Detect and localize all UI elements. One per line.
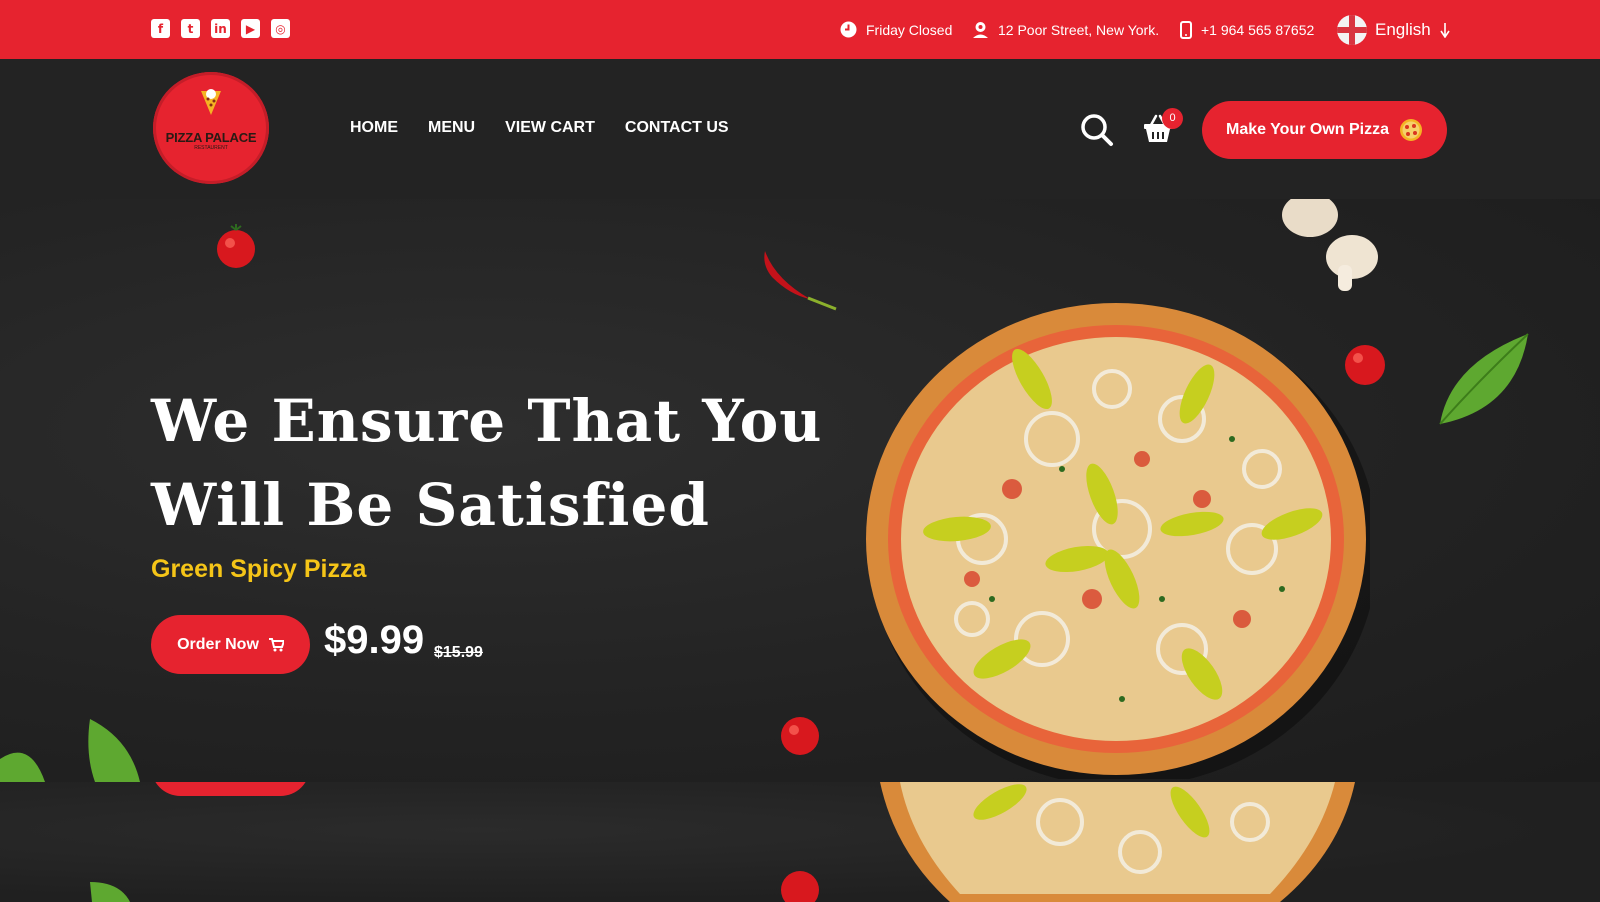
hours-info: Friday Closed — [840, 0, 952, 59]
pizza-icon — [1400, 119, 1422, 141]
phone-icon — [1180, 20, 1192, 39]
main-navigation: HOME MENU VIEW CART CONTACT US — [350, 119, 729, 137]
hero-headline: We Ensure That You Will Be Satisfied — [151, 379, 851, 547]
pizza-image — [866, 303, 1370, 779]
pizza-image — [880, 782, 1355, 902]
site-logo[interactable]: PIZZA PALACE RESTAURENT — [153, 72, 269, 184]
headline-line-1: We Ensure That You — [151, 387, 823, 455]
logo-name: PIZZA PALACE — [165, 130, 257, 145]
language-selector[interactable]: English — [1337, 0, 1451, 59]
tomato-image — [781, 717, 819, 755]
location-icon — [973, 21, 988, 38]
logo-subtitle: RESTAURENT — [194, 145, 228, 151]
chili-pepper-image — [764, 251, 837, 311]
order-now-button[interactable]: Order Now — [151, 615, 310, 674]
linkedin-icon[interactable]: in — [211, 19, 230, 38]
basil-leaf-image — [1439, 333, 1529, 425]
nav-home[interactable]: HOME — [350, 119, 398, 137]
original-price: $15.99 — [434, 644, 483, 661]
chef-mascot-icon — [201, 89, 221, 115]
cart-icon — [268, 637, 284, 651]
hero-slider: We Ensure That You Will Be Satisfied Gre… — [0, 199, 1600, 782]
make-your-own-pizza-button[interactable]: Make Your Own Pizza — [1202, 101, 1447, 159]
basil-leaf-image — [90, 882, 130, 902]
cart-count-badge: 0 — [1162, 108, 1183, 129]
uk-flag-icon — [1337, 14, 1367, 45]
tomato-image — [217, 224, 255, 268]
social-links: f t in ▶ ◎ — [151, 19, 290, 38]
order-now-label: Order Now — [177, 635, 259, 653]
hero-slider-duplicate: Order Now $9.99 $15.99 — [0, 782, 1600, 902]
tomato-image — [781, 871, 819, 902]
top-info-bar: f t in ▶ ◎ Friday Closed 12 Poor Street,… — [0, 0, 1600, 59]
clock-icon — [840, 21, 857, 38]
twitter-icon[interactable]: t — [181, 19, 200, 38]
address-info: 12 Poor Street, New York. — [972, 0, 1159, 59]
phone-info: +1 964 565 87652 — [1180, 0, 1314, 59]
headline-line-2: Will Be Satisfied — [151, 471, 710, 539]
search-icon[interactable] — [1080, 113, 1114, 147]
duplicate-decorations — [90, 782, 1355, 902]
phone-text: +1 964 565 87652 — [1201, 21, 1315, 38]
current-price: $9.99 — [324, 618, 425, 662]
mushroom-image — [1282, 199, 1378, 291]
nav-contact-us[interactable]: CONTACT US — [625, 119, 729, 137]
hours-text: Friday Closed — [866, 21, 953, 38]
chevron-down-icon — [1440, 22, 1450, 38]
basil-leaf-image — [0, 719, 140, 782]
facebook-icon[interactable]: f — [151, 19, 170, 38]
youtube-icon[interactable]: ▶ — [241, 19, 260, 38]
cta-label: Make Your Own Pizza — [1225, 121, 1389, 138]
nav-view-cart[interactable]: VIEW CART — [505, 119, 595, 137]
nav-menu[interactable]: MENU — [428, 119, 475, 137]
instagram-icon[interactable]: ◎ — [271, 19, 290, 38]
hero-subtitle: Green Spicy Pizza — [151, 555, 367, 583]
address-text: 12 Poor Street, New York. — [998, 21, 1160, 38]
language-label: English — [1375, 19, 1431, 39]
